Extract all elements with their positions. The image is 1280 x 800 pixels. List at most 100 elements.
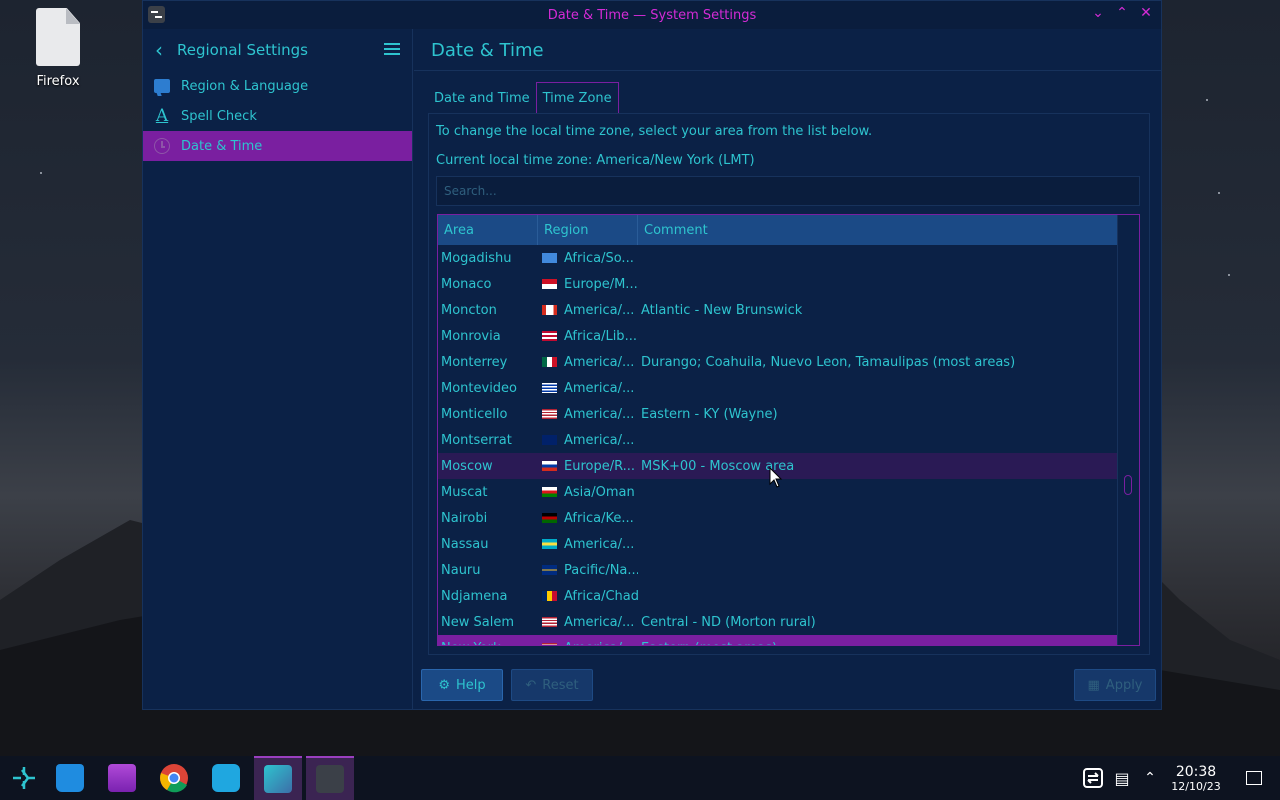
flag-icon [542,591,557,601]
sidebar: ‹ Regional Settings Region & Language A … [143,29,413,709]
reset-button[interactable]: ↶ Reset [511,669,593,701]
cell-area: New York [438,641,538,646]
clock-icon [153,137,171,155]
hamburger-menu-icon[interactable] [384,43,400,55]
flag-icon [153,77,171,95]
chrome-icon [160,764,188,793]
kde-connect-tray-icon [1083,768,1103,788]
table-row[interactable]: Nairobi Africa/Ke... [438,505,1118,531]
cell-area: Ndjamena [441,588,508,604]
cell-area: Nairobi [441,510,488,526]
minimize-icon[interactable]: ⌄ [1091,5,1105,21]
table-row[interactable]: Monrovia Africa/Lib... [438,323,1118,349]
tray-kde-connect[interactable] [1078,756,1108,800]
current-time-zone-label: Current local time zone: America/New Yor… [436,153,755,168]
clock-widget[interactable]: 20:38 12/10/23 [1166,764,1226,794]
sidebar-item-date-time[interactable]: Date & Time [143,131,412,161]
sidebar-item-spell-check[interactable]: A Spell Check [143,101,412,131]
column-header-region[interactable]: Region [538,215,638,245]
cell-area: Monrovia [441,328,501,344]
cell-area: Moncton [441,302,497,318]
region-text: Africa/Lib... [564,328,637,344]
time-zone-panel: To change the local time zone, select yo… [428,113,1150,655]
region-text: Africa/So... [564,250,634,266]
flag-icon [542,305,557,315]
sidebar-header: ‹ Regional Settings [143,29,412,71]
cell-region: Europe/M... [538,277,638,292]
cell-region: America/... [538,407,638,422]
column-header-area[interactable]: Area [438,215,538,245]
tray-clipboard[interactable]: ▤ [1110,756,1134,800]
tab-time-zone[interactable]: Time Zone [535,82,619,114]
sidebar-item-region-language[interactable]: Region & Language [143,71,412,101]
app-menu-icon[interactable] [148,6,165,23]
tab-date-and-time[interactable]: Date and Time [428,82,536,114]
apply-button[interactable]: ▦ Apply [1074,669,1156,701]
cell-region: America/... [538,433,638,448]
flag-icon [542,539,557,549]
table-row[interactable]: Moncton America/... Atlantic - New Brunswi… [438,297,1118,323]
table-row[interactable]: Mogadishu Africa/So... [438,245,1118,271]
undo-icon: ↶ [525,677,537,693]
cell-area: Muscat [441,484,488,500]
desktop-icon-firefox[interactable]: Firefox [22,8,94,89]
table-row[interactable]: Monterrey America/... Durango; Coahuila, N… [438,349,1118,375]
files-button[interactable] [98,756,146,800]
flag-icon [542,253,557,263]
cell-comment: Eastern (most areas) [638,641,1118,646]
flag-icon [542,617,557,627]
region-text: America/... [564,302,635,318]
show-desktop-button[interactable] [1240,756,1268,800]
region-text: America/... [564,614,635,630]
files-icon [108,764,136,792]
divider [414,70,1162,71]
table-row[interactable]: Nassau America/... [438,531,1118,557]
table-row[interactable]: Monaco Europe/M... [438,271,1118,297]
table-row[interactable]: Nauru Pacific/Na... [438,557,1118,583]
apply-icon: ▦ [1087,677,1100,693]
cell-comment: Central - ND (Morton rural) [641,614,816,630]
close-icon[interactable]: ✕ [1139,5,1153,21]
discover-button[interactable] [46,756,94,800]
table-body: Mogadishu Africa/So... Monaco Europe/M... Mo… [438,245,1118,646]
flag-icon [542,513,557,523]
flag-icon [542,383,557,393]
region-text: America/... [564,354,635,370]
apply-button-label: Apply [1105,677,1143,693]
system-settings-button[interactable] [254,756,302,800]
region-text: America/... [564,380,635,396]
sidebar-title: Regional Settings [177,41,309,59]
file-icon [36,8,80,66]
back-arrow-icon[interactable]: ‹ [155,38,175,62]
table-row[interactable]: Ndjamena Africa/Chad [438,583,1118,609]
star [1218,192,1220,194]
column-header-comment[interactable]: Comment [638,215,1118,245]
chrome-button[interactable] [150,756,198,800]
launcher-button[interactable] [0,756,48,800]
kde-connect-button[interactable] [202,756,250,800]
table-row[interactable]: Montevideo America/... [438,375,1118,401]
table-row[interactable]: New Salem America/... Central - ND (Morton… [438,609,1118,635]
region-text: Africa/Ke... [564,510,634,526]
flag-icon [542,409,557,419]
table-header: Area Region Comment [438,215,1118,245]
maximize-icon[interactable]: ⌃ [1115,5,1129,21]
tray-expand[interactable]: ⌃ [1138,756,1162,800]
help-button[interactable]: ⚙ Help [421,669,503,701]
table-row[interactable]: New York America/... Eastern (most areas) [438,635,1118,646]
search-input[interactable] [436,176,1140,206]
flag-icon [542,435,557,445]
scrollbar[interactable] [1117,215,1139,645]
table-row[interactable]: Monticello America/... Eastern - KY (Wayne… [438,401,1118,427]
table-row[interactable]: Montserrat America/... [438,427,1118,453]
flag-icon [542,279,557,289]
flag-icon [542,461,557,471]
window-title: Date & Time — System Settings [547,7,757,23]
region-text: Europe/R... [564,458,636,474]
cell-region: America/... [538,303,638,318]
scrollbar-thumb[interactable] [1124,475,1132,495]
cell-area: Monaco [441,276,492,292]
konsole-button[interactable] [306,756,354,800]
cell-comment: Durango; Coahuila, Nuevo Leon, Tamaulipa… [641,354,1016,370]
title-bar[interactable]: Date & Time — System Settings ⌄ ⌃ ✕ [143,1,1161,29]
